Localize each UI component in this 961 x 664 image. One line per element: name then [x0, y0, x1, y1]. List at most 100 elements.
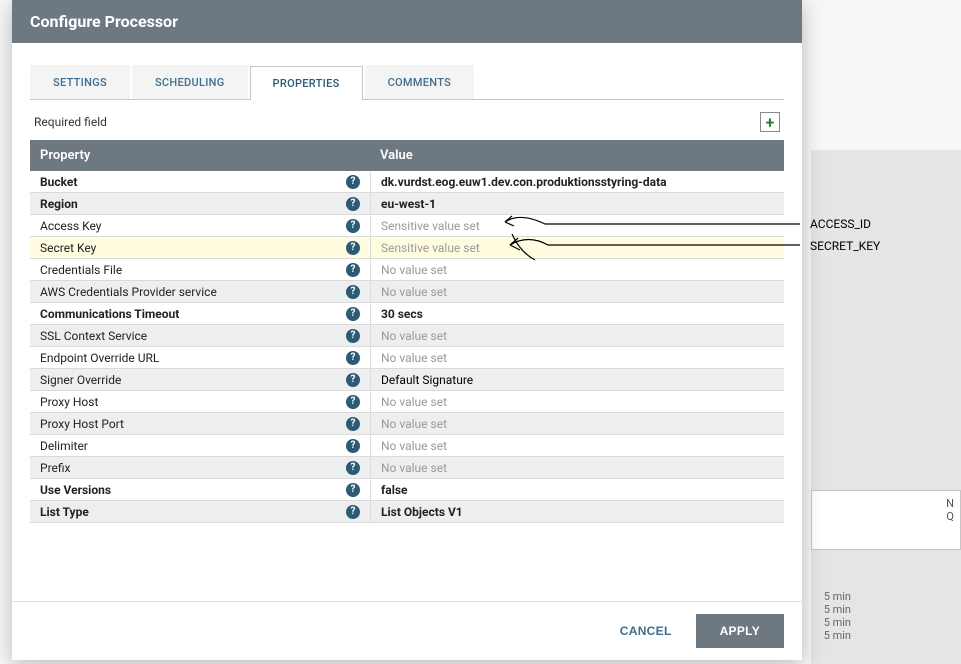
- property-row: Communications Timeout?30 secs: [30, 303, 784, 325]
- tab-comments[interactable]: COMMENTS: [365, 65, 475, 99]
- property-name-cell: Prefix?: [30, 458, 370, 478]
- property-name-cell: Use Versions?: [30, 480, 370, 500]
- property-name: Access Key: [40, 219, 101, 233]
- apply-button[interactable]: APPLY: [696, 614, 784, 648]
- property-name-cell: Proxy Host?: [30, 392, 370, 412]
- help-icon[interactable]: ?: [346, 461, 360, 475]
- tab-bar: SETTINGS SCHEDULING PROPERTIES COMMENTS: [30, 65, 784, 100]
- background-panel: N Q: [811, 490, 961, 550]
- dialog-title: Configure Processor: [12, 0, 802, 43]
- property-row: AWS Credentials Provider service?No valu…: [30, 281, 784, 303]
- property-value-cell[interactable]: List Objects V1: [370, 502, 784, 522]
- property-name: Communications Timeout: [40, 307, 179, 321]
- tab-scheduling[interactable]: SCHEDULING: [132, 65, 248, 99]
- grid-header: Property Value: [30, 140, 784, 171]
- property-row: Signer Override?Default Signature: [30, 369, 784, 391]
- property-name: Prefix: [40, 461, 71, 475]
- property-value-cell[interactable]: false: [370, 480, 784, 500]
- property-value-cell[interactable]: No value set: [370, 326, 744, 346]
- help-icon[interactable]: ?: [346, 263, 360, 277]
- help-icon[interactable]: ?: [346, 439, 360, 453]
- help-icon[interactable]: ?: [346, 373, 360, 387]
- property-value-cell[interactable]: 30 secs: [370, 304, 784, 324]
- property-name: Bucket: [40, 175, 77, 189]
- property-name: List Type: [40, 505, 89, 519]
- add-property-button[interactable]: +: [760, 112, 780, 132]
- help-icon[interactable]: ?: [346, 329, 360, 343]
- property-name: Signer Override: [40, 373, 121, 387]
- property-name-cell: Secret Key?: [30, 238, 370, 258]
- tab-settings[interactable]: SETTINGS: [30, 65, 130, 99]
- property-name-cell: Bucket?: [30, 172, 370, 192]
- property-name-cell: Region?: [30, 194, 370, 214]
- dialog-footer: CANCEL APPLY: [12, 601, 802, 660]
- help-icon[interactable]: ?: [346, 285, 360, 299]
- property-value-cell[interactable]: No value set: [370, 458, 784, 478]
- help-icon[interactable]: ?: [346, 241, 360, 255]
- property-row: Use Versions?false: [30, 479, 784, 501]
- property-row: Region?eu-west-1: [30, 193, 784, 215]
- property-name: Region: [40, 197, 78, 211]
- property-value-cell[interactable]: No value set: [370, 348, 784, 368]
- property-row: Access Key?Sensitive value set: [30, 215, 784, 237]
- background-strip: [811, 150, 961, 664]
- property-name-cell: Delimiter?: [30, 436, 370, 456]
- property-name: Delimiter: [40, 439, 88, 453]
- header-property: Property: [30, 140, 370, 171]
- property-name: Endpoint Override URL: [40, 351, 159, 365]
- tab-properties[interactable]: PROPERTIES: [250, 66, 363, 100]
- property-row: Proxy Host Port?No value set: [30, 413, 784, 435]
- property-name-cell: AWS Credentials Provider service?: [30, 282, 370, 302]
- header-value: Value: [370, 140, 784, 171]
- bg-letter-q: Q: [818, 510, 954, 523]
- property-row: Proxy Host?No value set: [30, 391, 784, 413]
- bg-letter-n: N: [818, 497, 954, 510]
- help-icon[interactable]: ?: [346, 505, 360, 519]
- property-name-cell: Signer Override?: [30, 370, 370, 390]
- required-row: Required field +: [30, 100, 784, 140]
- property-name-cell: Communications Timeout?: [30, 304, 370, 324]
- help-icon[interactable]: ?: [346, 351, 360, 365]
- property-name-cell: Proxy Host Port?: [30, 414, 370, 434]
- property-value-cell[interactable]: eu-west-1: [370, 194, 784, 214]
- grid-body: Bucket?dk.vurdst.eog.euw1.dev.con.produk…: [30, 171, 784, 523]
- property-row: SSL Context Service?No value set: [30, 325, 784, 347]
- property-name-cell: Endpoint Override URL?: [30, 348, 370, 368]
- property-value-cell[interactable]: No value set: [370, 282, 744, 302]
- property-value-cell[interactable]: Sensitive value set: [370, 216, 784, 236]
- property-row: Secret Key?Sensitive value set: [30, 237, 784, 259]
- property-name: Use Versions: [40, 483, 111, 497]
- configure-processor-dialog: Configure Processor SETTINGS SCHEDULING …: [12, 0, 802, 660]
- required-field-label: Required field: [34, 115, 107, 129]
- property-name: SSL Context Service: [40, 329, 147, 343]
- property-name: Proxy Host: [40, 395, 98, 409]
- help-icon[interactable]: ?: [346, 307, 360, 321]
- help-icon[interactable]: ?: [346, 395, 360, 409]
- property-name-cell: Credentials File?: [30, 260, 370, 280]
- property-name-cell: Access Key?: [30, 216, 370, 236]
- help-icon[interactable]: ?: [346, 219, 360, 233]
- property-value-cell[interactable]: No value set: [370, 260, 784, 280]
- help-icon[interactable]: ?: [346, 175, 360, 189]
- help-icon[interactable]: ?: [346, 417, 360, 431]
- property-value-cell[interactable]: No value set: [370, 414, 784, 434]
- property-value-cell[interactable]: Sensitive value set: [370, 238, 784, 258]
- property-row: Credentials File?No value set: [30, 259, 784, 281]
- property-name-cell: List Type?: [30, 502, 370, 522]
- property-name: AWS Credentials Provider service: [40, 285, 217, 299]
- property-value-cell[interactable]: No value set: [370, 436, 784, 456]
- property-value-cell[interactable]: dk.vurdst.eog.euw1.dev.con.produktionsst…: [370, 172, 784, 192]
- property-row: Prefix?No value set: [30, 457, 784, 479]
- property-value-cell[interactable]: Default Signature: [370, 370, 784, 390]
- cancel-button[interactable]: CANCEL: [596, 614, 696, 648]
- property-name-cell: SSL Context Service?: [30, 326, 370, 346]
- property-row: Endpoint Override URL?No value set: [30, 347, 784, 369]
- property-name: Secret Key: [40, 241, 96, 255]
- dialog-body: SETTINGS SCHEDULING PROPERTIES COMMENTS …: [12, 43, 802, 601]
- help-icon[interactable]: ?: [346, 483, 360, 497]
- property-name: Credentials File: [40, 263, 122, 277]
- property-row: List Type?List Objects V1: [30, 501, 784, 523]
- help-icon[interactable]: ?: [346, 197, 360, 211]
- plus-icon: +: [766, 113, 775, 132]
- property-value-cell[interactable]: No value set: [370, 392, 784, 412]
